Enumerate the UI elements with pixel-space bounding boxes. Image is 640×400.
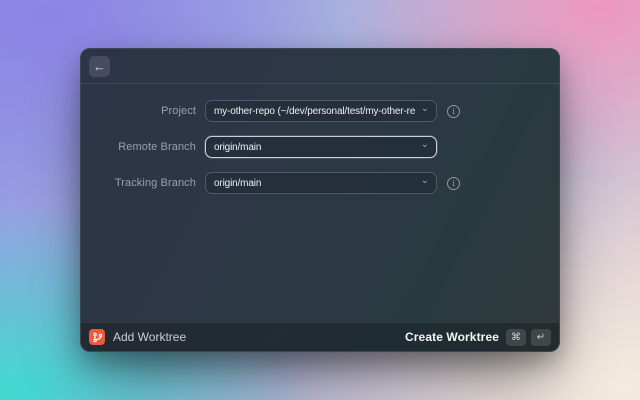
dialog-header: ←: [81, 49, 559, 84]
remote-branch-label: Remote Branch: [118, 141, 196, 153]
dialog-footer: Add Worktree Create Worktree ⌘ ↵: [81, 322, 559, 351]
command-key-icon: ⌘: [506, 328, 526, 346]
project-select[interactable]: my-other-repo (~/dev/personal/test/my-ot…: [205, 100, 437, 122]
tracking-branch-label: Tracking Branch: [114, 177, 196, 189]
create-worktree-button[interactable]: Create Worktree ⌘ ↵: [405, 328, 551, 346]
remote-branch-select-value: origin/main: [214, 141, 262, 153]
form-row-remote-branch: Remote Branch origin/main ⌄: [81, 136, 559, 158]
return-key-icon: ↵: [531, 328, 551, 346]
tracking-branch-select-value: origin/main: [214, 177, 262, 189]
project-select-value: my-other-repo (~/dev/personal/test/my-ot…: [214, 105, 415, 117]
footer-title-group: Add Worktree: [89, 329, 186, 345]
project-label: Project: [161, 105, 196, 117]
info-icon[interactable]: i: [447, 104, 460, 118]
arrow-left-icon: ←: [93, 59, 106, 74]
remote-branch-select[interactable]: origin/main ⌄: [205, 136, 437, 158]
form-row-project: Project my-other-repo (~/dev/personal/te…: [81, 100, 559, 122]
back-button[interactable]: ←: [89, 56, 110, 77]
git-worktree-icon: [89, 329, 105, 345]
tracking-branch-select[interactable]: origin/main ⌄: [205, 172, 437, 194]
add-worktree-dialog: ← Project my-other-repo (~/dev/personal/…: [80, 48, 560, 352]
worktree-form: Project my-other-repo (~/dev/personal/te…: [81, 84, 559, 194]
dialog-title: Add Worktree: [113, 330, 187, 344]
chevron-down-icon: ⌄: [420, 139, 429, 150]
chevron-down-icon: ⌄: [420, 103, 429, 114]
create-worktree-label: Create Worktree: [405, 330, 499, 344]
form-row-tracking-branch: Tracking Branch origin/main ⌄ i: [81, 172, 559, 194]
chevron-down-icon: ⌄: [420, 175, 429, 186]
info-icon[interactable]: i: [447, 176, 460, 190]
